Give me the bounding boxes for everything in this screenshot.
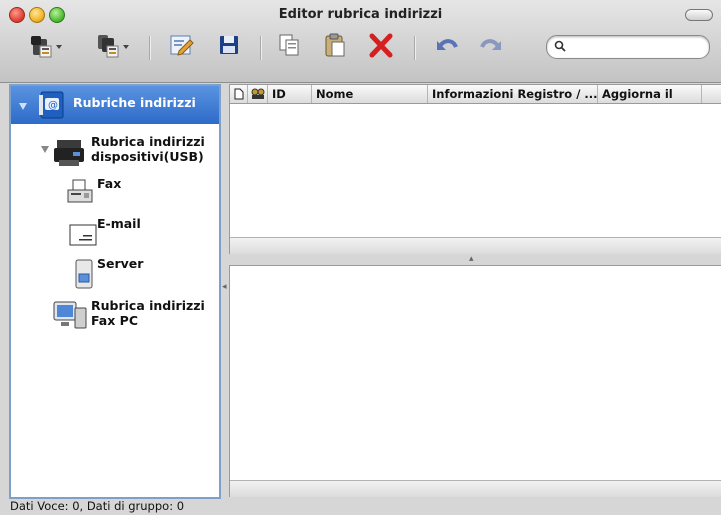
address-book-sidebar[interactable]: @ Rubriche indirizzi Rubrica indirizzi d…: [9, 84, 221, 499]
toolbar-separator: [260, 36, 261, 60]
toolbar-separator: [414, 36, 415, 60]
svg-text:@: @: [48, 100, 58, 111]
paste-icon: [325, 33, 345, 57]
window-title: Editor rubrica indirizzi: [278, 7, 443, 22]
status-bar-text: Dati Voce: 0, Dati di gruppo: 0: [10, 499, 185, 513]
column-header-registration-info[interactable]: Informazioni Registro / ...: [428, 85, 598, 103]
disclosure-triangle-icon[interactable]: [19, 103, 27, 110]
new-group-menu-icon: [98, 35, 129, 58]
detail-pane: [229, 265, 721, 497]
sidebar-item-fax[interactable]: Fax: [11, 174, 219, 210]
document-icon: [234, 88, 244, 100]
new-contact-menu-button[interactable]: [28, 28, 68, 62]
email-icon: [69, 224, 97, 246]
paste-button[interactable]: [318, 28, 352, 62]
sidebar-item-address-books[interactable]: @ Rubriche indirizzi: [11, 86, 219, 124]
sidebar-item-label: Fax: [97, 176, 122, 191]
sidebar-item-label-line2: dispositivi(USB): [91, 149, 204, 164]
undo-icon: [437, 39, 458, 50]
redo-icon: [480, 39, 501, 50]
search-field[interactable]: [546, 35, 710, 59]
toolbar-separator: [149, 36, 150, 60]
printer-device-icon: [54, 140, 84, 166]
search-input[interactable]: [571, 38, 703, 56]
column-header-name[interactable]: Nome: [312, 85, 428, 103]
column-header-updated[interactable]: Aggiorna il: [598, 85, 702, 103]
server-icon: [75, 259, 93, 289]
sidebar-item-label-line1: Rubrica indirizzi: [91, 298, 205, 313]
detail-horizontal-scrollbar[interactable]: [230, 480, 721, 497]
delete-button[interactable]: [364, 28, 398, 62]
sidebar-item-pc-fax-address-book[interactable]: Rubrica indirizzi Fax PC: [11, 294, 219, 334]
sidebar-item-email[interactable]: E-mail: [11, 214, 219, 250]
sidebar-item-label-line1: Rubrica indirizzi: [91, 134, 205, 149]
search-icon: [554, 40, 566, 52]
sidebar-item-label-line2: Fax PC: [91, 313, 138, 328]
sidebar-item-label: E-mail: [97, 216, 141, 231]
copy-icon: [279, 34, 299, 56]
disclosure-triangle-icon[interactable]: [41, 146, 49, 153]
undo-button[interactable]: [428, 28, 464, 62]
edit-button[interactable]: [164, 28, 198, 62]
column-header-id[interactable]: ID: [268, 85, 312, 103]
toolbar-toggle-button[interactable]: [685, 9, 713, 21]
sidebar-item-label: Server: [97, 256, 144, 271]
column-header-type[interactable]: [230, 85, 248, 103]
vertical-splitter[interactable]: ◂: [219, 84, 229, 495]
address-book-icon: @: [39, 91, 64, 119]
edit-icon: [170, 35, 194, 56]
table-header: ID Nome Informazioni Registro / ... Aggi…: [230, 85, 721, 104]
save-button[interactable]: [212, 28, 246, 62]
splitter-grip-icon: ▴: [469, 254, 474, 264]
copy-button[interactable]: [272, 28, 306, 62]
fax-icon: [67, 179, 93, 203]
table-horizontal-scrollbar[interactable]: [230, 237, 721, 254]
pc-fax-icon: [53, 301, 87, 329]
delete-icon: [369, 33, 393, 58]
window-titlebar: Editor rubrica indirizzi: [0, 0, 721, 83]
save-icon: [220, 36, 238, 54]
redo-button[interactable]: [474, 28, 510, 62]
horizontal-splitter[interactable]: ▴: [229, 254, 721, 264]
sidebar-item-server[interactable]: Server: [11, 254, 219, 290]
sidebar-item-device-address-book[interactable]: Rubrica indirizzi dispositivi(USB): [11, 130, 219, 170]
sidebar-item-label: Rubriche indirizzi: [73, 95, 196, 110]
new-group-menu-button[interactable]: [95, 28, 135, 62]
splitter-grip-icon: ◂: [222, 282, 227, 292]
entries-table[interactable]: ID Nome Informazioni Registro / ... Aggi…: [229, 84, 721, 255]
new-contact-menu-icon: [31, 36, 62, 58]
group-icon: [251, 88, 265, 99]
column-header-group[interactable]: [248, 85, 268, 103]
